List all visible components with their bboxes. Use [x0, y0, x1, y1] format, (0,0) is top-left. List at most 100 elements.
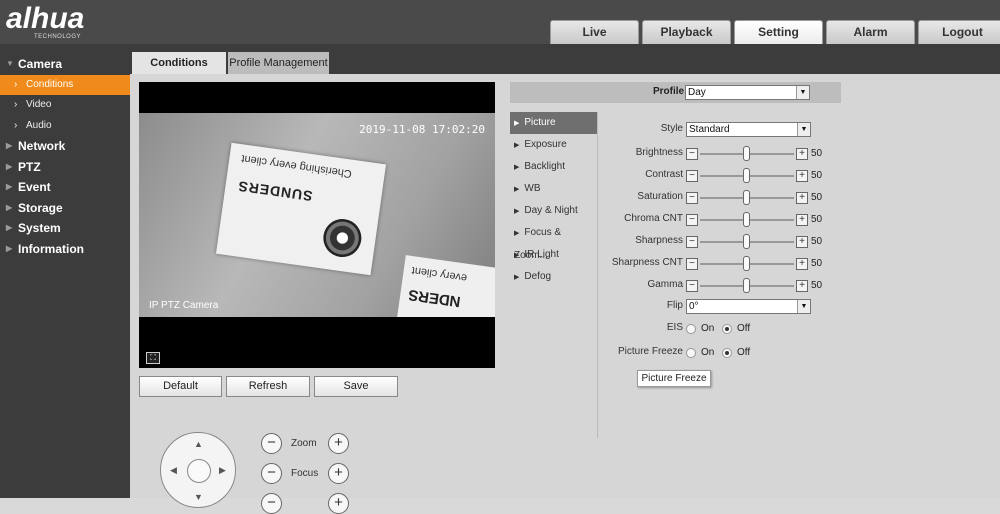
- dropdown-arrow-icon: ▼: [797, 123, 810, 136]
- card-text-4: NDERS: [407, 285, 462, 311]
- sidebar-group-network[interactable]: ▶ Network: [0, 136, 130, 157]
- radio-checked-icon: [722, 347, 732, 358]
- focus-in-button[interactable]: +: [328, 463, 349, 484]
- nav-logout[interactable]: Logout: [918, 20, 1000, 44]
- sidebar-item-audio[interactable]: › Audio: [0, 116, 130, 137]
- radio-label: On: [701, 347, 715, 358]
- arrow-down-icon[interactable]: ▼: [194, 492, 203, 502]
- slider-sharpness-cnt[interactable]: − +50: [686, 256, 826, 271]
- arrow-left-icon[interactable]: ◀: [170, 465, 177, 476]
- plus-icon[interactable]: +: [796, 258, 808, 270]
- sidebar-group-camera[interactable]: ▼ Camera: [0, 54, 130, 75]
- default-button[interactable]: Default: [139, 376, 222, 397]
- iris-out-button[interactable]: −: [261, 493, 282, 514]
- sidebar: ▼ Camera › Conditions › Video › Audio ▶ …: [0, 44, 130, 498]
- slider-thumb[interactable]: [743, 168, 750, 183]
- menu-item-label: Exposure: [524, 139, 567, 150]
- slider-label: Chroma CNT: [624, 213, 683, 224]
- plus-icon[interactable]: +: [796, 214, 808, 226]
- tab-conditions[interactable]: Conditions: [132, 52, 226, 74]
- minus-icon[interactable]: −: [686, 214, 698, 226]
- sidebar-item-label: Conditions: [26, 78, 74, 90]
- sidebar-group-system[interactable]: ▶ System: [0, 218, 130, 239]
- sidebar-group-information[interactable]: ▶ Information: [0, 239, 130, 260]
- plus-icon[interactable]: +: [796, 280, 808, 292]
- video-card-1: Cherishing every client SUNDERS: [215, 142, 387, 276]
- slider-chroma-cnt[interactable]: − +50: [686, 212, 826, 227]
- plus-icon[interactable]: +: [796, 236, 808, 248]
- flip-select[interactable]: 0° ▼: [686, 299, 811, 314]
- plus-icon[interactable]: +: [796, 148, 808, 160]
- slider-gamma[interactable]: − +50: [686, 278, 826, 293]
- video-preview: Cherishing every client SUNDERS every cl…: [139, 82, 495, 368]
- logo-brand: alhua: [6, 2, 85, 35]
- nav-live[interactable]: Live: [550, 20, 639, 44]
- ptz-direction-pad[interactable]: ▲ ◀ ▶ ▼: [160, 432, 236, 508]
- nav-playback[interactable]: Playback: [642, 20, 731, 44]
- arrow-right-icon[interactable]: ▶: [219, 465, 226, 476]
- nav-setting[interactable]: Setting: [734, 20, 823, 44]
- zoom-out-button[interactable]: −: [261, 433, 282, 454]
- slider-brightness[interactable]: − +50: [686, 146, 826, 161]
- plus-icon[interactable]: +: [796, 192, 808, 204]
- plus-icon[interactable]: +: [796, 170, 808, 182]
- slider-contrast[interactable]: − +50: [686, 168, 826, 183]
- zoom-label: Zoom: [291, 438, 317, 449]
- card-text-1: Cherishing every client: [240, 152, 353, 180]
- minus-icon[interactable]: −: [686, 280, 698, 292]
- arrow-up-icon[interactable]: ▲: [194, 439, 203, 449]
- triangle-right-icon: ▶: [514, 252, 520, 259]
- freeze-on-radio[interactable]: On: [686, 347, 714, 358]
- nav-alarm[interactable]: Alarm: [826, 20, 915, 44]
- radio-label: Off: [737, 347, 751, 358]
- sidebar-item-conditions[interactable]: › Conditions: [0, 74, 130, 95]
- zoom-in-button[interactable]: +: [328, 433, 349, 454]
- slider-thumb[interactable]: [743, 278, 750, 293]
- chevron-right-icon: ›: [14, 119, 18, 131]
- picture-freeze-label: Picture Freeze: [617, 346, 683, 357]
- ptz-center-button[interactable]: [187, 459, 211, 483]
- sidebar-group-ptz[interactable]: ▶ PTZ: [0, 157, 130, 178]
- slider-label: Sharpness CNT: [611, 257, 683, 268]
- eis-on-radio[interactable]: On: [686, 323, 714, 334]
- save-button[interactable]: Save: [314, 376, 398, 397]
- slider-sharpness[interactable]: − +50: [686, 234, 826, 249]
- iris-in-button[interactable]: +: [328, 493, 349, 514]
- sidebar-item-video[interactable]: › Video: [0, 95, 130, 116]
- triangle-right-icon: ▶: [6, 202, 13, 212]
- slider-thumb[interactable]: [743, 212, 750, 227]
- profile-select[interactable]: Day ▼: [685, 85, 810, 100]
- sidebar-item-label: Audio: [26, 119, 52, 131]
- sidebar-group-event[interactable]: ▶ Event: [0, 177, 130, 198]
- slider-saturation[interactable]: − +50: [686, 190, 826, 205]
- slider-thumb[interactable]: [743, 256, 750, 271]
- triangle-right-icon: ▶: [514, 120, 520, 127]
- slider-value: 50: [811, 258, 823, 269]
- logo-subtitle: TECHNOLOGY: [34, 34, 82, 40]
- slider-thumb[interactable]: [743, 146, 750, 161]
- eis-off-radio[interactable]: Off: [722, 323, 750, 334]
- sidebar-group-label: PTZ: [18, 159, 41, 174]
- triangle-right-icon: ▶: [514, 142, 520, 149]
- content-area: Cherishing every client SUNDERS every cl…: [130, 74, 1000, 514]
- minus-icon[interactable]: −: [686, 170, 698, 182]
- lens-icon: [320, 216, 364, 260]
- fullscreen-icon[interactable]: ⛶: [146, 352, 160, 364]
- style-select[interactable]: Standard ▼: [686, 122, 811, 137]
- refresh-button[interactable]: Refresh: [226, 376, 310, 397]
- minus-icon[interactable]: −: [686, 148, 698, 160]
- video-frame: Cherishing every client SUNDERS every cl…: [139, 113, 495, 317]
- slider-value: 50: [811, 192, 823, 203]
- focus-out-button[interactable]: −: [261, 463, 282, 484]
- minus-icon[interactable]: −: [686, 258, 698, 270]
- minus-icon[interactable]: −: [686, 236, 698, 248]
- tab-profile-management[interactable]: Profile Management: [228, 52, 329, 74]
- freeze-off-radio[interactable]: Off: [722, 347, 750, 358]
- sidebar-group-storage[interactable]: ▶ Storage: [0, 198, 130, 219]
- minus-icon[interactable]: −: [686, 192, 698, 204]
- slider-thumb[interactable]: [743, 190, 750, 205]
- triangle-right-icon: ▶: [6, 243, 13, 253]
- slider-thumb[interactable]: [743, 234, 750, 249]
- dahua-logo: alhua TECHNOLOGY: [6, 2, 85, 41]
- menu-item-label: IR Light: [524, 249, 559, 260]
